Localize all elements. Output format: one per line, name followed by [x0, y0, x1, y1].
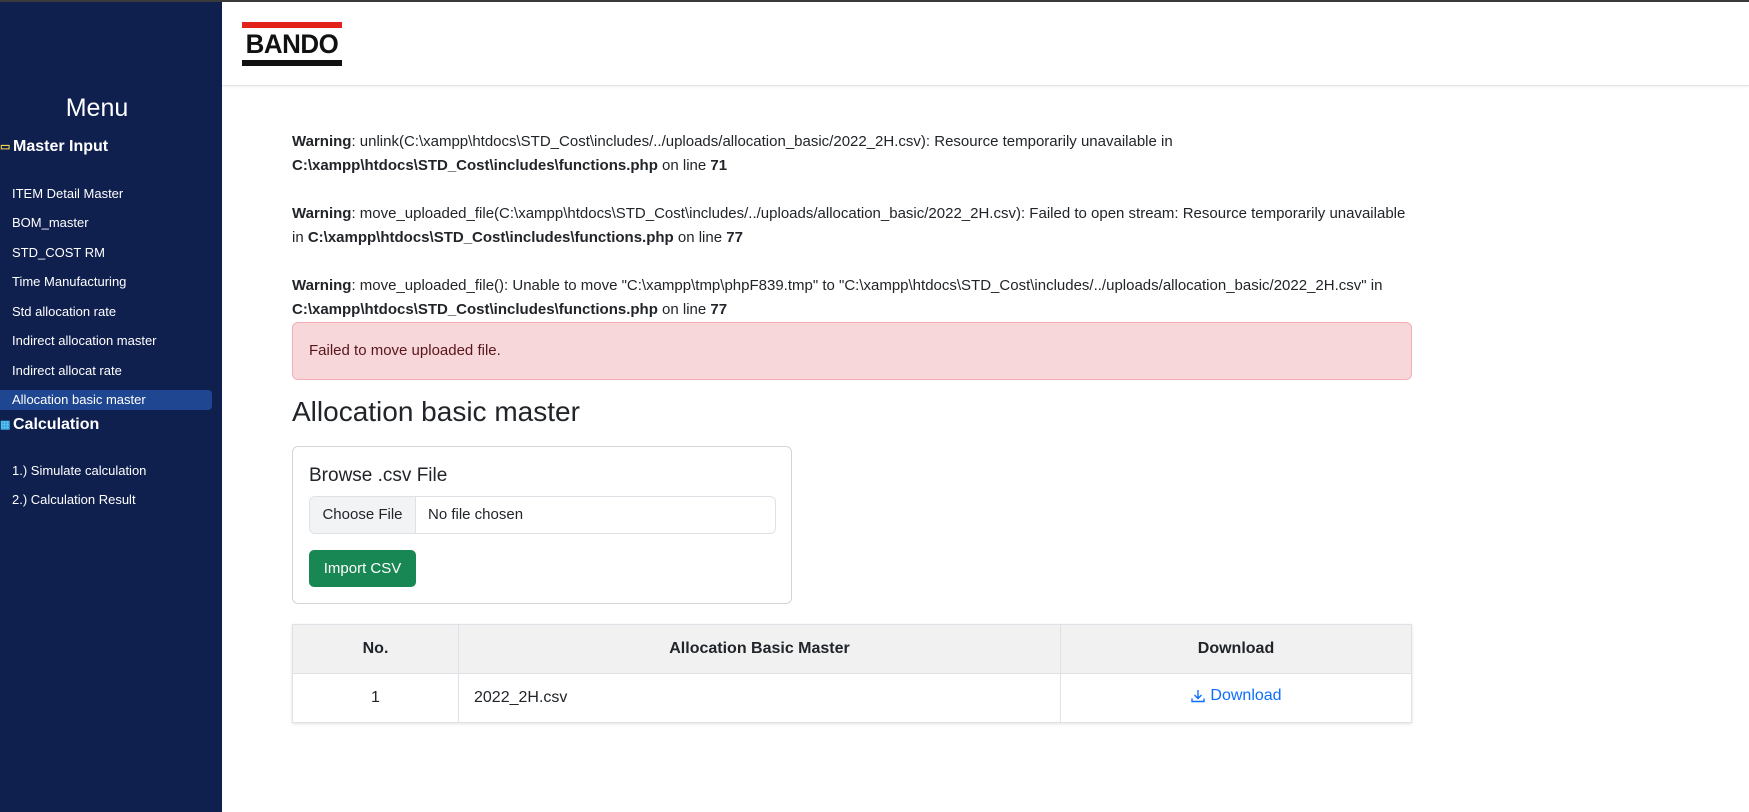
- sidebar: Menu ▭ Master Input ITEM Detail Master B…: [0, 2, 222, 812]
- warning-on-line: on line: [673, 229, 727, 246]
- error-alert: Failed to move uploaded file.: [292, 322, 1412, 380]
- sidebar-item-indirect-allocation-master[interactable]: Indirect allocation master: [0, 331, 212, 351]
- warning-on-line: on line: [657, 301, 711, 318]
- allocation-files-table: No. Allocation Basic Master Download 1 2…: [292, 624, 1412, 723]
- table-row: 1 2022_2H.csv Download: [292, 673, 1412, 723]
- warning-label: Warning: [292, 133, 352, 150]
- sidebar-section-label: Master Input: [13, 138, 109, 155]
- upload-card: Browse .csv File Choose File No file cho…: [292, 446, 792, 604]
- warning-line-number: 71: [710, 157, 728, 174]
- sidebar-item-bom-master[interactable]: BOM_master: [0, 213, 212, 233]
- chosen-file-name: No file chosen: [428, 506, 524, 523]
- warning-line-number: 77: [726, 229, 743, 246]
- warning-on-line: on line: [657, 157, 711, 174]
- column-header-no: No.: [292, 624, 459, 674]
- top-header: BANDO: [222, 2, 1749, 86]
- download-icon: [1191, 690, 1206, 703]
- column-header-download: Download: [1060, 624, 1412, 674]
- php-warning: Warning: unlink(C:\xampp\htdocs\STD_Cost…: [292, 130, 1412, 178]
- row-download-cell: Download: [1060, 673, 1412, 723]
- warning-label: Warning: [292, 277, 352, 294]
- warning-line-number: 77: [710, 301, 728, 318]
- sidebar-item-calculation-result[interactable]: 2.) Calculation Result: [0, 490, 212, 510]
- csv-file-input[interactable]: Choose File No file chosen: [309, 496, 776, 534]
- php-warning: Warning: move_uploaded_file(C:\xampp\htd…: [292, 202, 1412, 250]
- warning-file: C:\xampp\htdocs\STD_Cost\includes\functi…: [307, 229, 674, 246]
- sidebar-item-allocation-basic-master[interactable]: Allocation basic master: [0, 390, 212, 410]
- warning-file: C:\xampp\htdocs\STD_Cost\includes\functi…: [292, 157, 658, 174]
- upload-card-title: Browse .csv File: [309, 465, 448, 486]
- logo-black-bar: [242, 60, 342, 66]
- bando-logo: BANDO: [242, 22, 342, 66]
- import-csv-button[interactable]: Import CSV: [309, 550, 416, 587]
- choose-file-button[interactable]: Choose File: [310, 497, 416, 533]
- page-title: Allocation basic master: [292, 396, 580, 427]
- row-file-name: 2022_2H.csv: [458, 673, 1061, 723]
- warning-label: Warning: [292, 205, 352, 222]
- sidebar-section-calculation: ▦ Calculation: [0, 416, 99, 434]
- logo-text: BANDO: [245, 29, 339, 59]
- sidebar-section-master-input: ▭ Master Input: [0, 138, 108, 156]
- sidebar-item-item-detail-master[interactable]: ITEM Detail Master: [0, 184, 212, 204]
- calculator-icon: ▦: [0, 419, 11, 431]
- table-header-row: No. Allocation Basic Master Download: [292, 624, 1412, 674]
- sidebar-item-indirect-allocat-rate[interactable]: Indirect allocat rate: [0, 361, 212, 381]
- sidebar-item-time-manufacturing[interactable]: Time Manufacturing: [0, 272, 212, 292]
- php-warning: Warning: move_uploaded_file(): Unable to…: [292, 274, 1412, 322]
- warning-file: C:\xampp\htdocs\STD_Cost\includes\functi…: [292, 301, 658, 318]
- sidebar-item-std-allocation-rate[interactable]: Std allocation rate: [0, 302, 212, 322]
- folder-icon: ▭: [0, 141, 11, 153]
- download-link[interactable]: Download: [1190, 687, 1282, 705]
- sidebar-section-label: Calculation: [13, 416, 100, 433]
- sidebar-item-simulate-calculation[interactable]: 1.) Simulate calculation: [0, 461, 212, 481]
- download-label: Download: [1210, 687, 1282, 704]
- warning-message: : unlink(C:\xampp\htdocs\STD_Cost\includ…: [351, 133, 1173, 150]
- column-header-name: Allocation Basic Master: [458, 624, 1061, 674]
- row-number: 1: [292, 673, 459, 723]
- sidebar-item-std-cost-rm[interactable]: STD_COST RM: [0, 243, 212, 263]
- warning-message: : move_uploaded_file(): Unable to move "…: [351, 277, 1383, 294]
- sidebar-title: Menu: [65, 94, 129, 122]
